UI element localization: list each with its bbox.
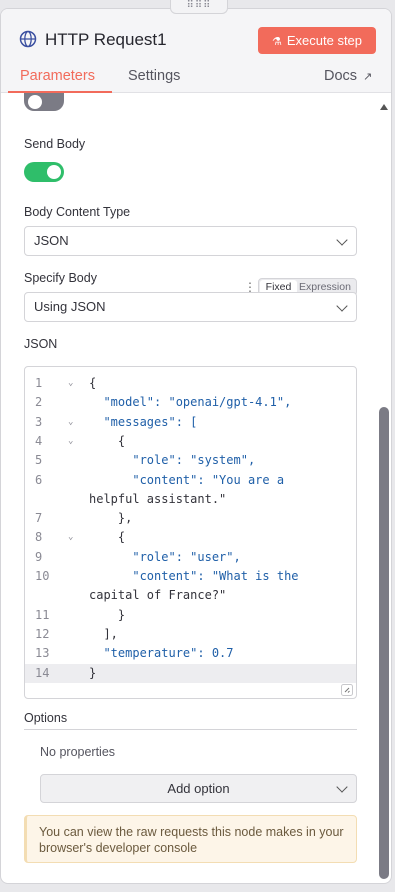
code-text: { xyxy=(89,433,126,448)
node-title[interactable]: HTTP Request1 xyxy=(45,30,167,50)
code-text: { xyxy=(89,530,126,545)
code-text: "model": "openai/gpt-4.1", xyxy=(89,395,292,410)
flask-icon: ⚗ xyxy=(271,36,282,48)
send-body-label: Send Body xyxy=(24,137,86,151)
specify-body-label: Specify Body xyxy=(24,271,97,285)
line-number: 5 xyxy=(35,453,43,468)
code-line[interactable]: 3 ⌄ "messages": [ xyxy=(25,413,356,432)
code-line[interactable]: 5 "role": "system", xyxy=(25,451,356,470)
line-number: 10 xyxy=(35,569,50,583)
code-line[interactable]: 10 "content": "What is the xyxy=(25,567,356,586)
fold-chevron-icon[interactable]: ⌄ xyxy=(68,374,73,393)
line-number: 9 xyxy=(35,549,43,564)
body-content-type-label: Body Content Type xyxy=(24,205,131,219)
fold-chevron-icon[interactable]: ⌄ xyxy=(68,528,73,547)
code-line[interactable]: 9 "role": "user", xyxy=(25,548,356,567)
code-text: "temperature": 0.7 xyxy=(89,646,234,661)
previous-toggle[interactable] xyxy=(24,93,64,111)
line-number: 4 xyxy=(35,433,43,448)
line-number: 13 xyxy=(35,646,50,661)
code-line[interactable]: 1 ⌄ { xyxy=(25,374,356,393)
line-number: 12 xyxy=(35,626,50,641)
code-text: { xyxy=(89,376,97,390)
tab-settings[interactable]: Settings xyxy=(128,68,180,84)
chevron-down-icon xyxy=(336,300,348,312)
select-value: JSON xyxy=(34,233,69,248)
add-option-button[interactable]: Add option xyxy=(40,774,357,803)
chevron-down-icon xyxy=(336,234,348,246)
node-details-panel: HTTP Request1 ⚗ Execute step Parameters S… xyxy=(0,8,392,884)
line-number: 3 xyxy=(35,414,43,429)
code-text: }, xyxy=(89,511,133,526)
line-number: 11 xyxy=(35,607,50,622)
send-body-toggle[interactable] xyxy=(24,162,64,182)
code-line[interactable]: helpful assistant." xyxy=(25,490,356,509)
code-text: helpful assistant." xyxy=(89,491,227,506)
no-properties-text: No properties xyxy=(40,745,116,759)
line-number: 8 xyxy=(35,530,43,545)
json-code-editor[interactable]: 1 ⌄ {2 "model": "openai/gpt-4.1", 3 ⌄ "messa… xyxy=(24,366,357,699)
code-line[interactable]: 8 ⌄ { xyxy=(25,528,356,547)
code-line[interactable]: 7 }, xyxy=(25,509,356,528)
docs-link[interactable]: Docs ↗ xyxy=(324,68,372,84)
code-line[interactable]: 13 "temperature": 0.7 xyxy=(25,644,356,663)
toggle-knob xyxy=(47,165,61,179)
fold-chevron-icon[interactable]: ⌄ xyxy=(68,432,73,451)
developer-console-notice: You can view the raw requests this node … xyxy=(24,815,357,863)
options-label: Options xyxy=(24,711,68,725)
code-text: } xyxy=(89,607,126,622)
code-line[interactable]: 11 } xyxy=(25,606,356,625)
code-line[interactable]: capital of France?" xyxy=(25,586,356,605)
code-text: capital of France?" xyxy=(89,588,227,603)
code-line[interactable]: 6 "content": "You are a xyxy=(25,471,356,490)
line-number: 6 xyxy=(35,472,43,487)
select-value: Using JSON xyxy=(34,299,106,314)
toggle-knob xyxy=(28,95,42,109)
code-text: "content": "You are a xyxy=(89,472,285,487)
code-line[interactable]: 4 ⌄ { xyxy=(25,432,356,451)
code-text: ], xyxy=(89,626,118,641)
resize-icon[interactable] xyxy=(341,684,353,696)
code-line[interactable]: 2 "model": "openai/gpt-4.1", xyxy=(25,393,356,412)
code-text: "content": "What is the xyxy=(89,569,299,583)
scroll-up-arrow-icon[interactable] xyxy=(380,104,388,110)
body-content-type-select[interactable]: JSON xyxy=(24,226,357,256)
specify-body-select[interactable]: Using JSON xyxy=(24,292,357,322)
code-text: "messages": [ xyxy=(89,414,198,429)
chevron-down-icon xyxy=(336,781,348,793)
json-label: JSON xyxy=(24,337,58,351)
line-number: 1 xyxy=(35,376,43,390)
line-number: 7 xyxy=(35,511,43,526)
line-number: 2 xyxy=(35,395,43,410)
line-number: 14 xyxy=(35,665,50,680)
execute-step-label: Execute step xyxy=(286,33,363,48)
scrollbar-thumb[interactable] xyxy=(379,407,389,879)
code-line[interactable]: 14} xyxy=(25,663,356,683)
drag-handle[interactable]: ⠿⠿⠿ xyxy=(170,0,228,14)
tab-parameters[interactable]: Parameters xyxy=(20,68,95,84)
fold-chevron-icon[interactable]: ⌄ xyxy=(68,413,73,432)
code-text: } xyxy=(89,665,97,680)
execute-step-button[interactable]: ⚗ Execute step xyxy=(258,27,376,54)
globe-icon xyxy=(19,30,37,48)
divider xyxy=(24,729,357,730)
external-link-icon: ↗ xyxy=(363,71,373,83)
code-line[interactable]: 12 ], xyxy=(25,625,356,644)
add-option-label: Add option xyxy=(167,781,230,796)
code-text: "role": "user", xyxy=(89,549,241,564)
docs-label: Docs xyxy=(324,68,358,84)
code-text: "role": "system", xyxy=(89,453,256,468)
panel-header: HTTP Request1 ⚗ Execute step Parameters S… xyxy=(1,9,391,93)
